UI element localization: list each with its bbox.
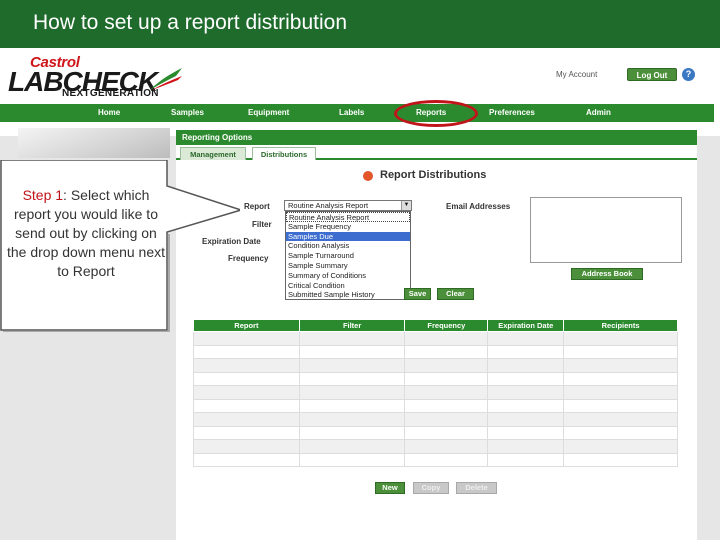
email-addresses-label: Email Addresses — [446, 202, 511, 211]
table-row — [193, 344, 678, 359]
main-navbar: Home Samples Equipment Labels Reports Pr… — [0, 104, 714, 122]
clear-button[interactable]: Clear — [437, 288, 474, 300]
reports-highlight-ellipse — [394, 100, 478, 127]
nav-preferences[interactable]: Preferences — [489, 104, 535, 122]
dropdown-option[interactable]: Sample Turnaround — [286, 251, 410, 261]
nextgeneration-wordmark: NEXTGENERATION — [62, 88, 159, 99]
dropdown-option-selected[interactable]: Samples Due — [286, 231, 410, 242]
copy-button[interactable]: Copy — [413, 482, 449, 494]
my-account-link[interactable]: My Account — [556, 70, 597, 79]
table-row — [193, 439, 678, 454]
tab-management[interactable]: Management — [180, 147, 246, 160]
delete-button[interactable]: Delete — [456, 482, 497, 494]
table-row — [193, 412, 678, 427]
help-icon[interactable]: ? — [682, 68, 695, 81]
right-margin — [697, 136, 720, 540]
callout-step-label: Step 1 — [22, 187, 64, 203]
reporting-options-bar: Reporting Options — [176, 130, 697, 145]
table-row — [193, 371, 678, 386]
report-dropdown-list: Routine Analysis Report Sample Frequency… — [285, 211, 411, 300]
nav-equipment[interactable]: Equipment — [248, 104, 289, 122]
new-button[interactable]: New — [375, 482, 405, 494]
reporting-tabs: Management Distributions — [176, 145, 697, 160]
report-label: Report — [244, 202, 270, 211]
swoosh-icon — [150, 68, 182, 90]
table-row — [193, 385, 678, 400]
nav-samples[interactable]: Samples — [171, 104, 204, 122]
distributions-table: Report Filter Frequency Expiration Date … — [193, 319, 678, 467]
table-row — [193, 452, 678, 467]
dropdown-option[interactable]: Critical Condition — [286, 281, 410, 291]
column-header-expiration-date[interactable]: Expiration Date — [487, 319, 565, 332]
table-row — [193, 398, 678, 413]
report-distributions-title: Report Distributions — [380, 169, 487, 181]
nav-home[interactable]: Home — [98, 104, 120, 122]
nav-labels[interactable]: Labels — [339, 104, 364, 122]
column-header-recipients[interactable]: Recipients — [563, 319, 678, 332]
header-thumbnail — [18, 128, 170, 158]
address-book-button[interactable]: Address Book — [571, 268, 643, 280]
logout-button[interactable]: Log Out — [627, 68, 677, 81]
dropdown-option[interactable]: Sample Summary — [286, 261, 410, 271]
callout-instruction: Step 1: Select which report you would li… — [6, 186, 166, 281]
chevron-down-icon[interactable]: ▼ — [401, 201, 411, 210]
save-button[interactable]: Save — [404, 288, 431, 300]
filter-label: Filter — [252, 220, 272, 229]
email-addresses-textarea[interactable] — [530, 197, 682, 263]
table-row — [193, 358, 678, 373]
tab-distributions[interactable]: Distributions — [252, 147, 316, 160]
labcheck-logo: Castrol LABCHECK NEXTGENERATION — [8, 54, 188, 100]
column-header-frequency[interactable]: Frequency — [404, 319, 489, 332]
slide-title: How to set up a report distribution — [0, 0, 720, 48]
report-select-value: Routine Analysis Report — [288, 201, 369, 210]
dropdown-option[interactable]: Condition Analysis — [286, 241, 410, 251]
table-row — [193, 331, 678, 346]
column-header-filter[interactable]: Filter — [298, 319, 406, 332]
table-row — [193, 425, 678, 440]
report-select[interactable]: Routine Analysis Report ▼ — [284, 200, 412, 211]
dropdown-option[interactable]: Summary of Conditions — [286, 271, 410, 281]
dropdown-option[interactable]: Routine Analysis Report — [286, 212, 410, 222]
nav-admin[interactable]: Admin — [586, 104, 611, 122]
dropdown-option[interactable]: Sample Frequency — [286, 222, 410, 232]
dropdown-option[interactable]: Submitted Sample History — [286, 290, 410, 300]
report-distributions-icon — [363, 171, 373, 181]
